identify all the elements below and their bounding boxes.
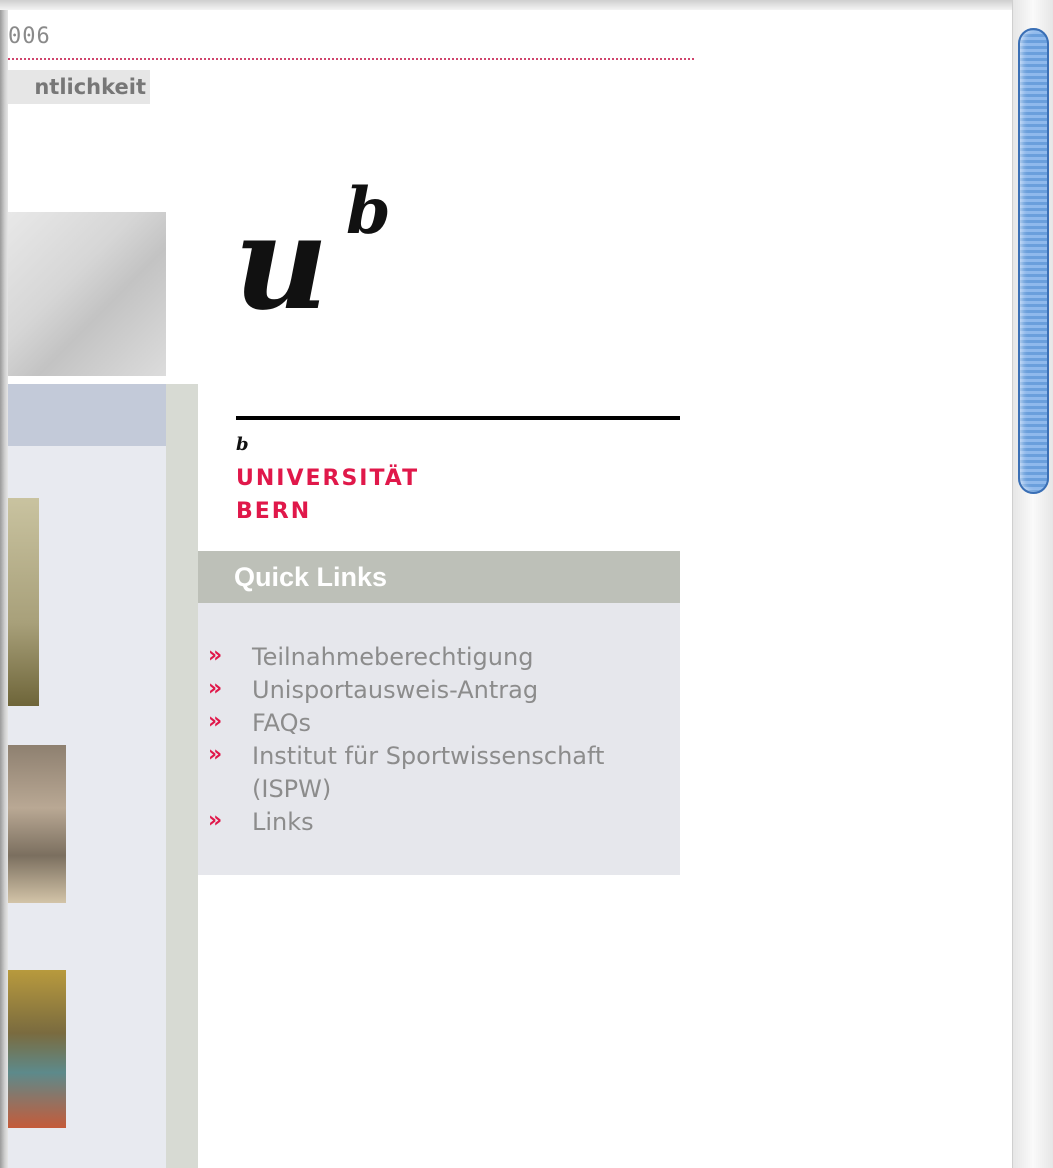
date-fragment: 006 [8,24,51,49]
double-chevron-icon: » [208,676,223,701]
quick-links-title: Quick Links [198,551,680,603]
scrollbar-thumb[interactable] [1018,28,1049,494]
quick-link-label[interactable]: Teilnahmeberechtigung [252,641,662,674]
header-photo [8,212,166,376]
double-chevron-icon: » [208,709,223,734]
quick-link-label[interactable]: Links [252,806,662,839]
logo-b-small: b [236,434,249,455]
quick-link-item[interactable]: » Links [198,806,680,839]
sport-photo-2[interactable] [8,745,66,903]
quick-links-list: » Teilnahmeberechtigung » Unisportauswei… [198,603,680,839]
double-chevron-icon: » [208,742,223,767]
sport-photo-3[interactable] [8,970,66,1128]
logo-text-universitat: UNIVERSITÄT [236,466,420,491]
quick-link-label[interactable]: Unisportausweis-Antrag [252,674,662,707]
page-content: 006 ntlichkeit u b b UNIVERSITÄT BERN Qu… [8,10,1012,1168]
quick-link-label[interactable]: FAQs [252,707,662,740]
nav-tab-label: ntlichkeit [34,75,146,99]
logo-u-mark: u [234,186,329,339]
nav-tab-fragment[interactable]: ntlichkeit [8,70,150,104]
logo-b-superscript: b [346,174,391,249]
quick-link-item[interactable]: » Unisportausweis-Antrag [198,674,680,707]
quick-link-item[interactable]: » Teilnahmeberechtigung [198,641,680,674]
double-chevron-icon: » [208,643,223,668]
quick-link-item[interactable]: » FAQs [198,707,680,740]
vertical-scrollbar[interactable] [1012,0,1053,1168]
logo-text-bern: BERN [236,499,312,524]
university-logo[interactable]: u b b UNIVERSITÄT BERN [198,180,688,550]
double-chevron-icon: » [208,808,223,833]
window-top-border [0,0,1012,10]
sport-photo-1[interactable] [8,498,39,706]
column-divider [166,384,198,1168]
window-edge [0,0,8,1168]
logo-rule [236,416,680,420]
quick-links-box: Quick Links » Teilnahmeberechtigung » Un… [198,551,680,875]
dotted-divider [8,58,694,60]
quick-link-item[interactable]: » Institut für Sportwissenschaft (ISPW) [198,740,680,806]
quick-link-label[interactable]: Institut für Sportwissenschaft (ISPW) [252,740,662,806]
left-nav-band [8,384,166,446]
